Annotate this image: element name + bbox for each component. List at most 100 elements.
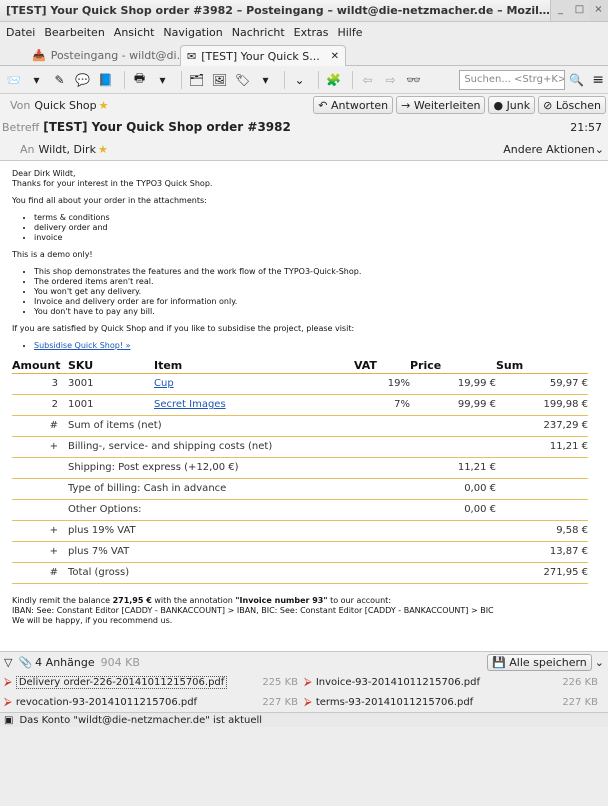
attachment-count: 4 Anhänge: [35, 655, 95, 669]
addon-icon[interactable]: 🧩: [324, 70, 343, 89]
other-actions-button[interactable]: Andere Aktionen⌄: [503, 143, 604, 156]
attachment-size: 226 KB: [562, 676, 598, 688]
attachment-size: 227 KB: [562, 696, 598, 708]
pdf-icon: ⮚: [4, 695, 12, 708]
attachment-item[interactable]: ⮚ Invoice-93-20141011215706.pdf 226 KB: [304, 675, 604, 689]
menu-nachricht[interactable]: Nachricht: [232, 26, 285, 39]
attachments-bullet-list: terms & conditions delivery order and in…: [34, 213, 600, 243]
reply-button[interactable]: ↶ Antworten: [313, 96, 394, 114]
list-item: Subsidise Quick Shop! »: [34, 341, 600, 351]
dropdown-icon[interactable]: ▾: [256, 70, 275, 89]
dropdown-icon[interactable]: ▾: [153, 70, 172, 89]
menu-navigation[interactable]: Navigation: [163, 26, 222, 39]
reply-icon: ↶: [318, 98, 332, 112]
to-row: An Wildt, Dirk ★ Andere Aktionen⌄: [0, 138, 608, 160]
menu-hilfe[interactable]: Hilfe: [337, 26, 362, 39]
close-window-button[interactable]: ×: [589, 0, 608, 21]
image-icon[interactable]: 🖼: [210, 70, 229, 89]
minimize-button[interactable]: _: [551, 0, 570, 21]
cell-price: 19,99 €: [410, 373, 496, 395]
attachment-item[interactable]: ⮚ Delivery order-226-20141011215706.pdf …: [4, 675, 304, 689]
attachment-name: terms-93-20141011215706.pdf: [315, 696, 474, 708]
greeting: Dear Dirk Wildt,: [12, 169, 76, 178]
menu-ansicht[interactable]: Ansicht: [114, 26, 155, 39]
archive-icon[interactable]: 🗂: [187, 70, 206, 89]
list-item: Invoice and delivery order are for infor…: [34, 297, 600, 307]
attachment-item[interactable]: ⮚ terms-93-20141011215706.pdf 227 KB: [304, 695, 604, 709]
list-item: This shop demonstrates the features and …: [34, 267, 600, 277]
forward-button[interactable]: → Weiterleiten: [396, 96, 486, 114]
column-header-amount: Amount: [12, 358, 68, 374]
message-body: Dear Dirk Wildt, Thanks for your interest…: [0, 161, 608, 651]
attachment-size: 227 KB: [262, 696, 298, 708]
close-tab-icon[interactable]: ✕: [331, 51, 339, 62]
write-icon[interactable]: ✎: [50, 70, 69, 89]
cell-vat: 7%: [354, 394, 410, 416]
subject-label: Betreff: [2, 120, 40, 134]
chevron-down-icon[interactable]: ⌄: [595, 656, 604, 669]
dropdown-icon[interactable]: ▾: [27, 70, 46, 89]
table-row: + Billing-, service- and shipping costs …: [12, 436, 588, 458]
tab-inbox[interactable]: 📥 Posteingang - wildt@di...: [26, 45, 187, 66]
junk-button[interactable]: ● Junk: [488, 96, 536, 114]
save-all-button[interactable]: 💾 Alle speichern: [487, 653, 592, 671]
other-actions-label: Andere Aktionen: [503, 142, 595, 156]
tab-inbox-label: Posteingang - wildt@di...: [50, 49, 188, 62]
address-book-icon[interactable]: 📘: [96, 70, 115, 89]
cell-label: Other Options:: [68, 499, 410, 521]
save-all-label: Alle speichern: [509, 655, 587, 669]
delete-button[interactable]: ⊘ Löschen: [538, 96, 606, 114]
tab-message[interactable]: ✉ [TEST] Your Quick S... ✕: [180, 45, 346, 66]
search-input[interactable]: Suchen... <Strg+K>: [459, 69, 566, 90]
chevron-down-icon: ⌄: [594, 142, 604, 156]
star-icon[interactable]: ★: [99, 99, 109, 112]
from-row: Von Quick Shop ★ ↶ Antworten → Weiterlei…: [0, 94, 608, 116]
cell-label: Sum of items (net): [68, 415, 496, 437]
cell-label: plus 19% VAT: [68, 520, 496, 542]
cell-label: Type of billing: Cash in advance: [68, 478, 410, 500]
header-buttons: ↶ Antworten → Weiterleiten ● Junk ⊘ Lösc…: [310, 96, 606, 114]
star-icon[interactable]: ★: [98, 143, 108, 156]
menu-extras[interactable]: Extras: [294, 26, 329, 39]
menu-bearbeiten[interactable]: Bearbeiten: [44, 26, 104, 39]
subsidise-link[interactable]: Subsidise Quick Shop! »: [34, 341, 130, 350]
activity-icon[interactable]: ▣: [4, 715, 13, 726]
cell-empty: [496, 478, 588, 500]
menubar: Datei Bearbeiten Ansicht Navigation Nach…: [0, 22, 608, 42]
list-item: You won't get any delivery.: [34, 287, 600, 297]
to-value[interactable]: Wildt, Dirk: [39, 143, 96, 156]
glasses-icon[interactable]: 👓: [404, 70, 423, 89]
attachment-row: ⮚ revocation-93-20141011215706.pdf 227 K…: [0, 692, 608, 712]
print-icon[interactable]: 🖶: [130, 70, 149, 89]
find-all-text: You find all about your order in the att…: [12, 196, 207, 205]
attachment-name: revocation-93-20141011215706.pdf: [15, 696, 198, 708]
tabbar: 📥 Posteingang - wildt@di... ✉ [TEST] You…: [0, 42, 608, 66]
get-mail-icon[interactable]: 📨: [4, 70, 23, 89]
list-item: The ordered items aren't real.: [34, 277, 600, 287]
footer-text-part: to our account:: [327, 596, 392, 605]
attachment-item[interactable]: ⮚ revocation-93-20141011215706.pdf 227 K…: [4, 695, 304, 709]
window-titlebar: [TEST] Your Quick Shop order #3982 – Pos…: [0, 0, 608, 22]
filter-icon[interactable]: ⌄: [290, 70, 309, 89]
cell-amount: 3: [12, 373, 68, 395]
collapse-toggle-icon[interactable]: ▽: [4, 656, 12, 669]
maximize-button[interactable]: □: [570, 0, 589, 21]
menu-datei[interactable]: Datei: [6, 26, 35, 39]
forward-icon[interactable]: ⇨: [381, 70, 400, 89]
table-row: Shipping: Post express (+12,00 €) 11,21 …: [12, 457, 588, 479]
cell-mark: #: [12, 415, 68, 437]
table-row: # Sum of items (net) 237,29 €: [12, 415, 588, 437]
subject-value: [TEST] Your Quick Shop order #3982: [43, 120, 291, 134]
back-icon[interactable]: ⇦: [358, 70, 377, 89]
menu-icon[interactable]: ≡: [592, 72, 604, 88]
from-value[interactable]: Quick Shop: [34, 99, 96, 112]
cell-price: 11,21 €: [410, 457, 496, 479]
item-link[interactable]: Secret Images: [154, 399, 226, 410]
column-header-sku: SKU: [68, 358, 154, 374]
toolbar: 📨 ▾ ✎ 💬 📘 🖶 ▾ 🗂 🖼 🏷 ▾ ⌄ 🧩 ⇦ ⇨ 👓 Suchen..…: [0, 66, 608, 94]
attachment-summary-row: ▽ 📎 4 Anhänge 904 KB 💾 Alle speichern ⌄: [0, 652, 608, 672]
binoculars-icon[interactable]: 🔍: [569, 73, 584, 87]
item-link[interactable]: Cup: [154, 378, 174, 389]
chat-icon[interactable]: 💬: [73, 70, 92, 89]
tag-icon[interactable]: 🏷: [233, 70, 252, 89]
